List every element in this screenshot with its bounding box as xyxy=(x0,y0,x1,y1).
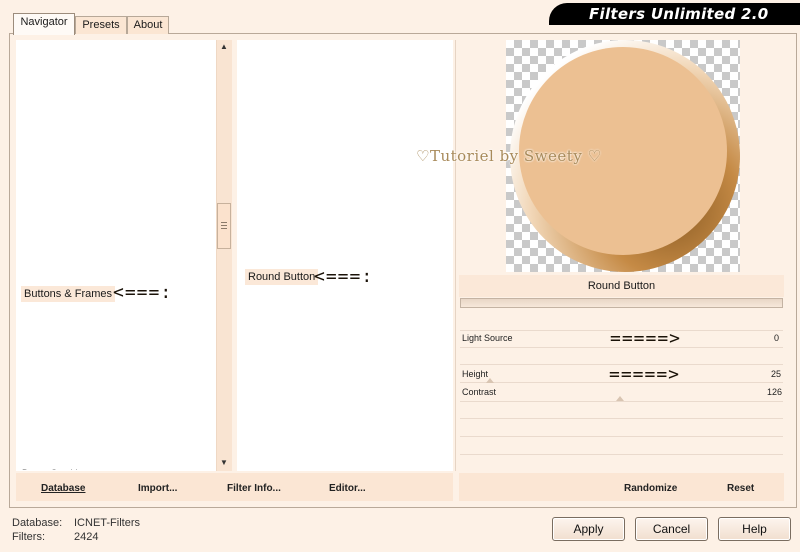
tab-presets[interactable]: Presets xyxy=(75,16,127,34)
category-item-selected[interactable]: Buttons & Frames xyxy=(21,286,116,302)
category-arrow-annotation: <===: xyxy=(113,282,173,303)
scroll-down-icon[interactable]: ▼ xyxy=(217,458,231,467)
progress-bar xyxy=(460,298,783,308)
slider-light-source[interactable] xyxy=(460,347,783,348)
param-value-contrast: 126 xyxy=(767,387,783,397)
apply-button[interactable]: Apply xyxy=(552,517,625,541)
editor-button[interactable]: Editor... xyxy=(329,483,366,494)
slider-contrast-thumb[interactable] xyxy=(616,396,624,401)
param-value-light-source: 0 xyxy=(774,333,780,343)
param-value-height: 25 xyxy=(771,369,782,379)
param-label-contrast: Contrast xyxy=(462,387,497,397)
filter-arrow-annotation: <===: xyxy=(314,266,374,287)
param-label-height: Height xyxy=(462,369,489,379)
status-filters-label: Filters: xyxy=(12,531,45,543)
status-filters-value: 2424 xyxy=(74,531,99,543)
app-title: Filters Unlimited 2.0 xyxy=(589,5,769,23)
status-database-label: Database: xyxy=(12,517,63,529)
category-list[interactable] xyxy=(16,40,216,471)
filter-list[interactable] xyxy=(237,40,453,471)
status-database-value: ICNET-Filters xyxy=(74,517,140,529)
slider-height-thumb[interactable] xyxy=(486,378,494,383)
randomize-button[interactable]: Randomize xyxy=(624,483,677,494)
filter-info-button[interactable]: Filter Info... xyxy=(227,483,281,494)
slider-empty xyxy=(460,454,783,455)
tab-navigator[interactable]: Navigator xyxy=(13,13,75,35)
help-button[interactable]: Help xyxy=(718,517,791,541)
param-label-light-source: Light Source xyxy=(462,333,513,343)
app-title-banner: Filters Unlimited 2.0 xyxy=(549,3,800,25)
filter-name-header: Round Button xyxy=(459,275,784,297)
reset-button[interactable]: Reset xyxy=(727,483,754,494)
database-button[interactable]: Database xyxy=(41,483,85,494)
tab-about[interactable]: About xyxy=(127,16,169,34)
slider-empty xyxy=(460,418,783,419)
light-source-arrow-annotation: =====> xyxy=(610,328,682,349)
category-item-partial[interactable]: Button Graphics xyxy=(22,463,202,470)
cancel-button[interactable]: Cancel xyxy=(635,517,708,541)
slider-contrast[interactable] xyxy=(460,401,783,402)
column-divider xyxy=(455,40,456,471)
watermark-text: ♡Tutoriel by Sweety ♡ xyxy=(416,147,602,165)
scroll-up-icon[interactable]: ▲ xyxy=(217,42,231,51)
category-scrollbar[interactable] xyxy=(216,40,232,471)
import-button[interactable]: Import... xyxy=(138,483,177,494)
filter-item-selected[interactable]: Round Button xyxy=(245,269,319,285)
scrollbar-thumb[interactable] xyxy=(217,203,231,249)
slider-height[interactable] xyxy=(460,382,783,383)
slider-empty xyxy=(460,436,783,437)
